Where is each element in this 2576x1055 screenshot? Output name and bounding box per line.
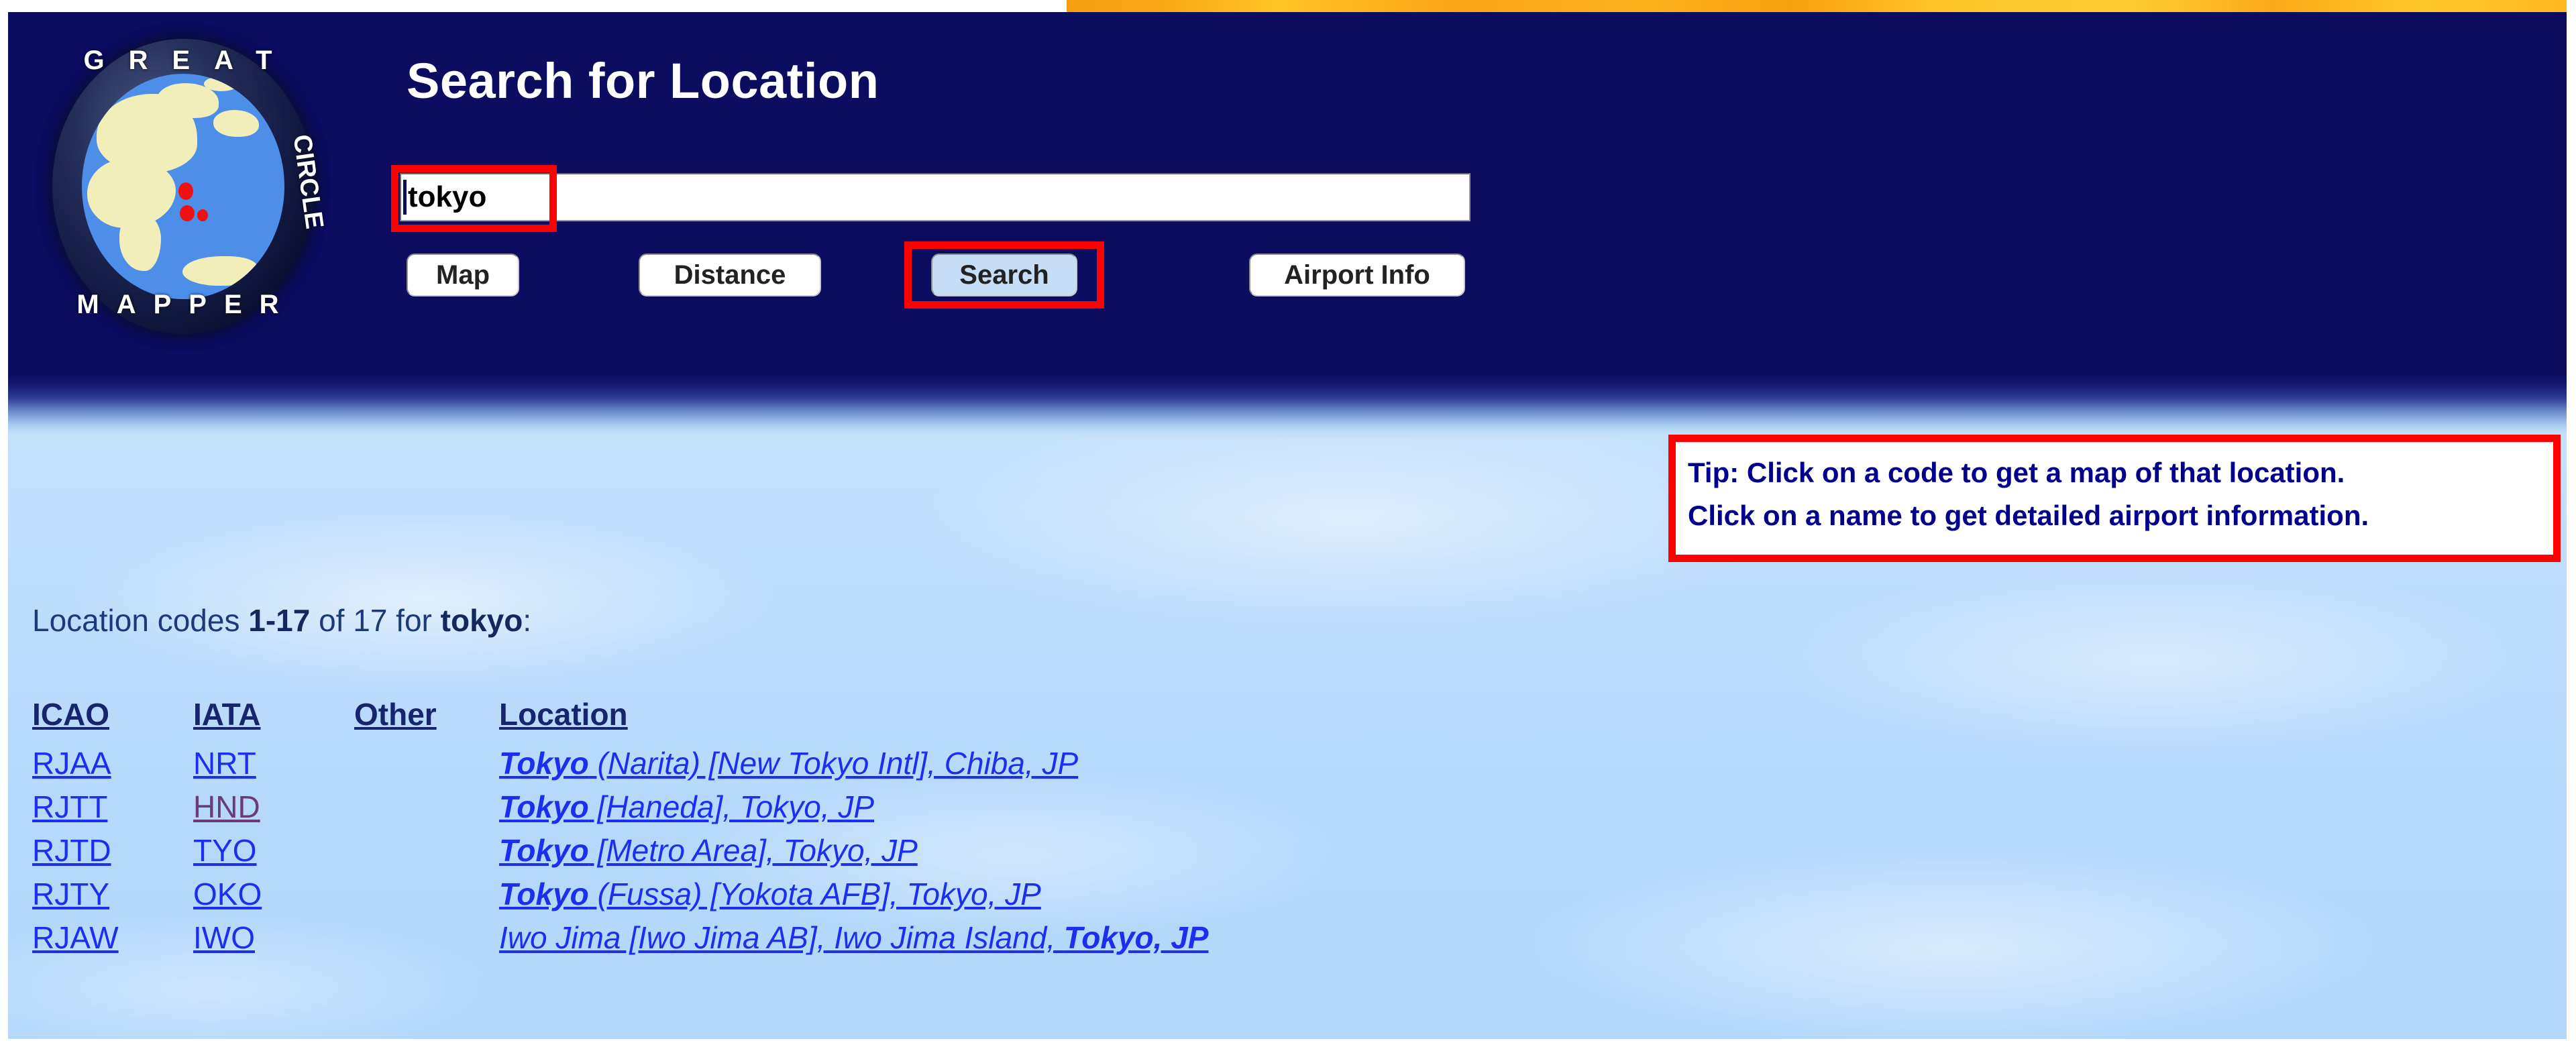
cell-other <box>354 916 499 960</box>
text-caret <box>403 180 407 215</box>
cell-other <box>354 873 499 916</box>
location-match-term: Tokyo <box>499 789 589 824</box>
icao-code-link[interactable]: RJAA <box>32 746 111 781</box>
column-header-iata[interactable]: IATA <box>193 696 354 742</box>
cell-iata: IWO <box>193 916 354 960</box>
location-match-term: Tokyo <box>499 877 589 911</box>
iata-code-link[interactable]: NRT <box>193 746 256 781</box>
header-sky-gradient <box>8 362 2576 443</box>
location-results-table: ICAO IATA Other Location RJAA NRT Tokyo (N… <box>32 696 1208 960</box>
location-name-link[interactable]: Tokyo [Haneda], Tokyo, JP <box>499 789 874 824</box>
icao-code-link[interactable]: RJAW <box>32 920 119 955</box>
location-name-link[interactable]: Tokyo [Metro Area], Tokyo, JP <box>499 833 918 868</box>
location-name-link[interactable]: Tokyo (Fussa) [Yokota AFB], Tokyo, JP <box>499 877 1041 911</box>
page-title: Search for Location <box>407 53 879 109</box>
cell-icao: RJTY <box>32 873 193 916</box>
location-name-link[interactable]: Tokyo (Narita) [New Tokyo Intl], Chiba, … <box>499 746 1078 781</box>
map-marker-dot <box>180 205 195 221</box>
page-left-margin <box>0 0 8 1055</box>
great-circle-mapper-logo[interactable]: GREAT CIRCLE MAPPER <box>20 25 335 347</box>
summary-range: 1-17 <box>248 603 311 638</box>
cell-icao: RJTD <box>32 829 193 873</box>
location-match-term: Tokyo <box>499 833 589 868</box>
airport-info-button[interactable]: Airport Info <box>1249 254 1465 296</box>
tip-line-2: Click on a name to get detailed airport … <box>1688 500 2369 531</box>
logo-word-bottom: MAPPER <box>76 290 297 319</box>
summary-mid: of 17 for <box>310 603 441 638</box>
search-row <box>400 173 1473 225</box>
cell-iata: HND <box>193 785 354 829</box>
iata-code-link[interactable]: TYO <box>193 833 257 868</box>
cell-location: Tokyo (Narita) [New Tokyo Intl], Chiba, … <box>499 742 1208 785</box>
top-accent-stripe <box>1067 0 2576 12</box>
cell-icao: RJAW <box>32 916 193 960</box>
cell-other <box>354 742 499 785</box>
cell-other <box>354 829 499 873</box>
iata-code-link[interactable]: IWO <box>193 920 255 955</box>
iata-code-link[interactable]: HND <box>193 789 260 824</box>
icao-code-link[interactable]: RJTY <box>32 877 109 911</box>
search-button[interactable]: Search <box>931 254 1077 296</box>
page-bottom-margin <box>0 1039 2576 1055</box>
search-input[interactable] <box>400 173 1470 221</box>
location-match-term: Tokyo <box>499 746 589 781</box>
page-right-margin <box>2567 0 2576 1055</box>
cell-other <box>354 785 499 829</box>
icao-code-link[interactable]: RJTT <box>32 789 107 824</box>
icao-code-link[interactable]: RJTD <box>32 833 111 868</box>
table-header-row: ICAO IATA Other Location <box>32 696 1208 742</box>
summary-query: tokyo <box>440 603 523 638</box>
cell-iata: NRT <box>193 742 354 785</box>
cell-iata: OKO <box>193 873 354 916</box>
iata-code-link[interactable]: OKO <box>193 877 262 911</box>
table-row: RJTY OKO Tokyo (Fussa) [Yokota AFB], Tokyo… <box>32 873 1208 916</box>
table-row: RJTT HND Tokyo [Haneda], Tokyo, JP <box>32 785 1208 829</box>
table-row: RJAA NRT Tokyo (Narita) [New Tokyo Intl], … <box>32 742 1208 785</box>
column-header-other[interactable]: Other <box>354 696 499 742</box>
cell-iata: TYO <box>193 829 354 873</box>
cell-icao: RJAA <box>32 742 193 785</box>
tip-callout: Tip: Click on a code to get a map of tha… <box>1668 435 2561 562</box>
globe-icon <box>82 74 284 299</box>
logo-word-top: GREAT <box>83 46 297 75</box>
summary-suffix: : <box>523 603 532 638</box>
cell-location: Iwo Jima [Iwo Jima AB], Iwo Jima Island,… <box>499 916 1208 960</box>
map-button[interactable]: Map <box>407 254 519 296</box>
column-header-icao[interactable]: ICAO <box>32 696 193 742</box>
summary-prefix: Location codes <box>32 603 249 638</box>
table-row: RJTD TYO Tokyo [Metro Area], Tokyo, JP <box>32 829 1208 873</box>
location-match-term: Tokyo, JP <box>1063 920 1209 955</box>
cell-location: Tokyo (Fussa) [Yokota AFB], Tokyo, JP <box>499 873 1208 916</box>
tip-line-1: Tip: Click on a code to get a map of tha… <box>1688 457 2345 488</box>
cell-location: Tokyo [Haneda], Tokyo, JP <box>499 785 1208 829</box>
map-marker-dot <box>197 209 208 221</box>
cell-location: Tokyo [Metro Area], Tokyo, JP <box>499 829 1208 873</box>
great-circle-mapper-page: GREAT CIRCLE MAPPER Search for Location … <box>0 0 2576 1055</box>
column-header-location[interactable]: Location <box>499 696 1208 742</box>
distance-button[interactable]: Distance <box>639 254 821 296</box>
results-summary: Location codes 1-17 of 17 for tokyo: <box>32 602 531 638</box>
table-row: RJAW IWO Iwo Jima [Iwo Jima AB], Iwo Jima … <box>32 916 1208 960</box>
cell-icao: RJTT <box>32 785 193 829</box>
location-name-link[interactable]: Iwo Jima [Iwo Jima AB], Iwo Jima Island,… <box>499 920 1208 955</box>
map-marker-dot <box>178 182 193 200</box>
